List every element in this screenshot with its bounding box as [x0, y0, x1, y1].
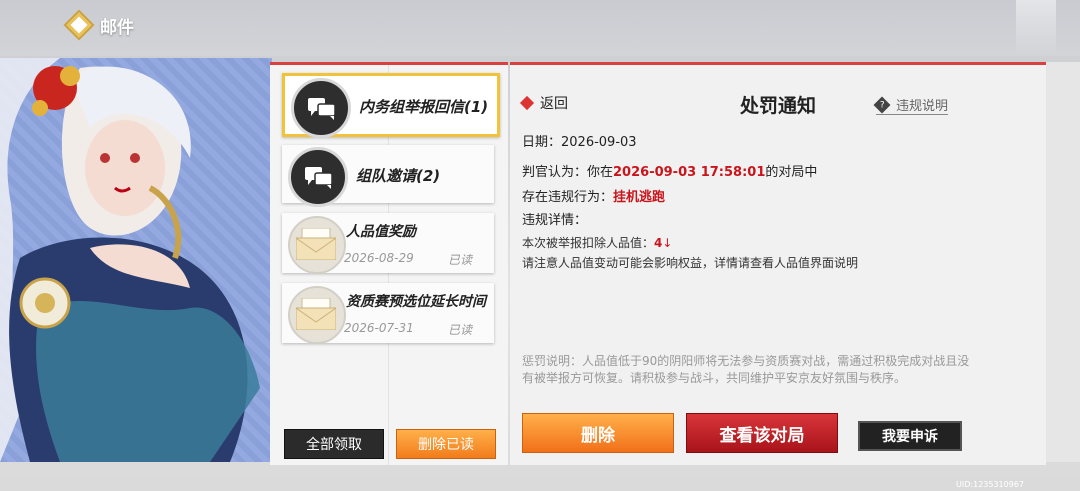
- mail-read-status: 已读: [448, 253, 473, 267]
- mail-title: 资质赛预选位延长时间: [346, 294, 486, 310]
- envelope-avatar: [288, 216, 346, 274]
- mail-item-reward[interactable]: 人品值奖励 2026-08-29 已读: [282, 213, 494, 274]
- mail-item-team-invite[interactable]: 组队邀请(2): [282, 145, 494, 207]
- character-illustration: [0, 58, 272, 462]
- claim-all-button[interactable]: 全部领取: [284, 429, 384, 459]
- rules-label: 违规说明: [896, 99, 949, 114]
- judge-suffix: 的对局中: [765, 165, 818, 180]
- header: 邮件: [63, 9, 134, 41]
- appeal-button[interactable]: 我要申诉: [858, 421, 962, 451]
- chat-bubble-icon: [308, 98, 336, 120]
- date-line: 日期：2026-09-03: [522, 131, 637, 150]
- mail-diamond-icon: [63, 9, 95, 41]
- detail-title: 处罚通知: [739, 95, 816, 117]
- violation-value: 挂机逃跑: [613, 190, 666, 205]
- judge-time: 2026-09-03 17:58:01: [613, 165, 766, 180]
- judge-line: 判官认为：你在2026-09-03 17:58:01的对局中: [522, 161, 817, 180]
- decoration-strip: [1046, 62, 1080, 462]
- mail-title: 组队邀请(2): [356, 167, 441, 185]
- delete-button[interactable]: 删除: [522, 413, 674, 453]
- deduct-prefix: 本次被举报扣除人品值：: [522, 236, 655, 250]
- mail-item-report-reply[interactable]: 内务组举报回信(1): [282, 73, 500, 138]
- chat-bubble-icon: [305, 167, 333, 189]
- mail-date: 2026-08-29: [344, 251, 414, 265]
- mail-read-status: 已读: [448, 323, 473, 337]
- judge-prefix: 判官认为：你在: [522, 165, 614, 180]
- question-icon: ?: [873, 96, 891, 113]
- rules-link[interactable]: ? 违规说明: [873, 95, 949, 115]
- date-value: 2026-09-03: [561, 135, 637, 150]
- view-match-button[interactable]: 查看该对局: [686, 413, 838, 453]
- mail-item-qualifier[interactable]: 资质赛预选位延长时间 2026-07-31 已读: [282, 283, 494, 344]
- envelope-icon: [296, 298, 336, 330]
- mail-title: 人品值奖励: [346, 224, 416, 240]
- mail-list-panel: 内务组举报回信(1) 组队邀请(2) 人品值奖励 2026-08-29 已读 资…: [270, 62, 508, 465]
- uid-label: UID:1235310967: [956, 480, 1024, 489]
- arrow-down-icon: ↓: [662, 236, 673, 250]
- mail-detail-panel: 返回 处罚通知 ? 违规说明 日期：2026-09-03 判官认为：你在2026…: [510, 62, 1046, 465]
- top-bar: 邮件: [0, 0, 1080, 56]
- violation-label: 存在违规行为：: [522, 190, 614, 205]
- page-title: 邮件: [100, 17, 134, 38]
- delete-read-button[interactable]: 删除已读: [396, 429, 496, 459]
- mail-date: 2026-07-31: [344, 321, 414, 335]
- envelope-avatar: [288, 286, 346, 344]
- envelope-icon: [296, 228, 336, 260]
- notice-text: 请注意人品值变动可能会影响权益，详情请查看人品值界面说明: [522, 256, 859, 270]
- decoration-ornament: [1016, 0, 1056, 56]
- deduct-line: 本次被举报扣除人品值：4↓: [522, 234, 672, 251]
- details-label: 违规详情：: [522, 213, 588, 228]
- date-label: 日期：: [522, 135, 562, 150]
- mail-title: 内务组举报回信(1): [359, 98, 489, 116]
- chat-avatar: [291, 78, 351, 138]
- chat-avatar: [288, 147, 348, 207]
- violation-line: 存在违规行为：挂机逃跑: [522, 186, 665, 205]
- penalty-note: 惩罚说明：人品值低于90的阴阳师将无法参与资质赛对战，需通过积极完成对战且没有被…: [522, 354, 970, 385]
